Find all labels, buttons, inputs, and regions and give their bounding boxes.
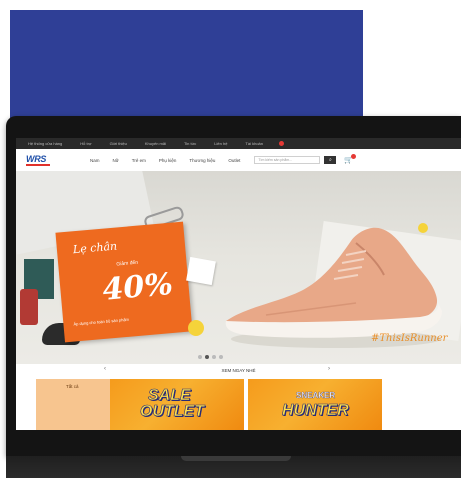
category-tile-all[interactable]: Tất cả <box>36 379 110 430</box>
site-logo[interactable]: WRS <box>26 154 50 166</box>
topbar-item-support[interactable]: Hỗ trợ <box>74 141 97 146</box>
search-icon[interactable]: ⌕ <box>324 156 337 164</box>
notification-dot-icon <box>279 141 284 146</box>
topbar-item-promo[interactable]: Khuyến mãi <box>139 141 172 146</box>
topbar-item-about[interactable]: Giới thiệu <box>104 141 133 146</box>
menu-item-outlet[interactable]: Outlet <box>228 158 240 163</box>
promo-card: Lẹ chân Giảm đến 40% Áp dụng cho toàn bộ… <box>55 221 193 343</box>
tile-label: Tất cả <box>66 384 79 389</box>
topbar-item-news[interactable]: Tin tức <box>178 141 202 146</box>
tile-title: SALE <box>148 387 191 404</box>
brand-banner-block <box>10 10 363 122</box>
slider-dot-active[interactable] <box>205 355 209 359</box>
site-header: WRS Nam Nữ Trẻ em Phụ kiện Thương hiệu O… <box>16 149 461 171</box>
laptop-base <box>6 456 461 478</box>
slider-dot[interactable] <box>198 355 202 359</box>
category-tile-sneaker-hunter[interactable]: SNEAKER HUNTER <box>248 379 382 430</box>
slider-dots <box>198 355 223 359</box>
menu-item-women[interactable]: Nữ <box>113 158 119 163</box>
hero-banner[interactable]: Lẹ chân Giảm đến 40% Áp dụng cho toàn bộ… <box>16 171 461 364</box>
topbar-item-stores[interactable]: Hệ thống cửa hàng <box>22 141 68 146</box>
menu-item-kids[interactable]: Trẻ em <box>132 158 146 163</box>
promo-script-text: Lẹ chân <box>72 239 118 257</box>
topbar-item-account[interactable]: Tài khoản <box>239 141 269 146</box>
flower-icon <box>188 320 204 336</box>
promo-note: Áp dụng cho toàn bộ sản phẩm <box>73 316 130 327</box>
tile-subtitle: OUTLET <box>140 403 205 420</box>
category-tile-sale-outlet[interactable]: SALE OUTLET <box>110 379 244 430</box>
hero-hashtag: #ThisIsRunner <box>371 333 448 344</box>
top-utility-bar: Hệ thống cửa hàng Hỗ trợ Giới thiệu Khuy… <box>16 138 461 149</box>
sneaker-image <box>225 227 442 348</box>
decor-bag <box>20 289 38 325</box>
section-title: XEM NGAY NHÉ <box>221 368 256 373</box>
menu-item-brands[interactable]: Thương hiệu <box>189 158 215 163</box>
menu-item-men[interactable]: Nam <box>90 158 100 163</box>
promo-small-text: Giảm đến <box>116 259 139 268</box>
main-menu: Nam Nữ Trẻ em Phụ kiện Thương hiệu Outle… <box>90 158 240 163</box>
topbar-item-contact[interactable]: Liên hệ <box>208 141 233 146</box>
tile-subtitle: HUNTER <box>282 402 349 419</box>
promo-percent: 40% <box>101 266 175 308</box>
cart-badge <box>351 154 357 159</box>
laptop-screen: Hệ thống cửa hàng Hỗ trợ Giới thiệu Khuy… <box>16 138 461 430</box>
cart-icon[interactable]: 🛒 <box>344 154 357 164</box>
menu-item-accessories[interactable]: Phụ kiện <box>159 158 177 163</box>
laptop-frame: Hệ thống cửa hàng Hỗ trợ Giới thiệu Khuy… <box>6 116 461 456</box>
slider-dot[interactable] <box>212 355 216 359</box>
laptop-notch <box>181 456 291 461</box>
tile-title: SNEAKER <box>296 391 336 400</box>
search-input[interactable]: Tìm kiếm sản phẩm... <box>254 156 321 164</box>
chevron-right-icon[interactable]: › <box>328 366 330 372</box>
slider-dot[interactable] <box>219 355 223 359</box>
